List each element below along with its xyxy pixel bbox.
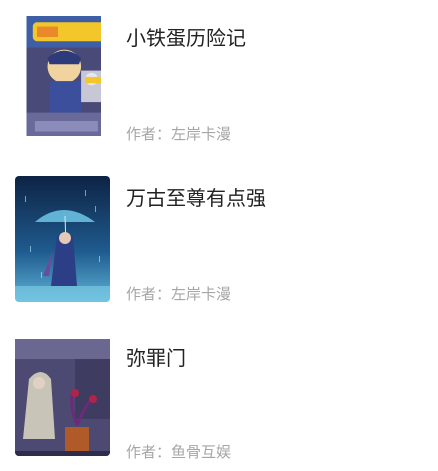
comic-cover-2[interactable] — [15, 176, 110, 302]
comic-cover-art-2 — [15, 176, 110, 302]
author-prefix: 作者： — [126, 285, 172, 303]
comic-author-2: 作者：左岸卡漫 — [126, 283, 231, 304]
comic-item-2[interactable]: 万古至尊有点强 作者：左岸卡漫 — [0, 160, 438, 303]
comic-title-3[interactable]: 弥罪门 — [126, 342, 186, 371]
comic-title-2[interactable]: 万古至尊有点强 — [126, 182, 266, 211]
author-name: 左岸卡漫 — [171, 285, 232, 303]
comic-cover-3[interactable] — [15, 336, 110, 456]
author-prefix: 作者： — [126, 443, 172, 461]
author-name: 左岸卡漫 — [171, 125, 232, 143]
comic-cover-art-1 — [26, 16, 101, 136]
comic-title-1[interactable]: 小铁蛋历险记 — [126, 22, 246, 51]
comic-item-1[interactable]: 小铁蛋历险记 作者：左岸卡漫 — [0, 0, 438, 143]
comic-cover-1[interactable] — [21, 16, 101, 136]
comic-author-1: 作者：左岸卡漫 — [126, 123, 231, 144]
comic-author-3: 作者：鱼骨互娱 — [126, 441, 231, 462]
comic-cover-art-3 — [15, 339, 110, 456]
author-name: 鱼骨互娱 — [171, 443, 232, 461]
comic-list: 小铁蛋历险记 作者：左岸卡漫 万古至尊有点强 作者：左岸卡漫 弥罪门 作者：鱼骨… — [0, 0, 438, 471]
comic-item-3[interactable]: 弥罪门 作者：鱼骨互娱 — [0, 320, 438, 462]
author-prefix: 作者： — [126, 125, 172, 143]
